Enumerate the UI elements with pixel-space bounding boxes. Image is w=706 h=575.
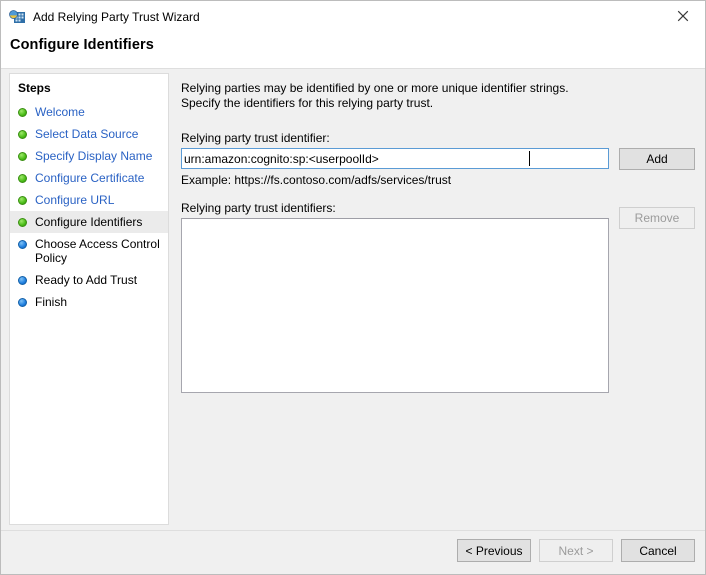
next-button[interactable]: Next > <box>539 539 613 562</box>
close-icon[interactable] <box>660 1 705 31</box>
step-status-icon <box>18 298 27 307</box>
example-text: Example: https://fs.contoso.com/adfs/ser… <box>181 173 452 187</box>
step-status-icon <box>18 130 27 139</box>
sidebar-item-label: Configure URL <box>35 193 115 207</box>
sidebar-item-ready-to-add-trust[interactable]: Ready to Add Trust <box>10 269 168 291</box>
sidebar-item-choose-access-control-policy[interactable]: Choose Access Control Policy <box>10 233 168 269</box>
wizard-window: Add Relying Party Trust Wizard Configure… <box>0 0 706 575</box>
steps-header: Steps <box>18 81 51 95</box>
sidebar-item-label: Choose Access Control Policy <box>35 237 160 265</box>
footer-button-group: < Previous Next > Cancel <box>457 539 695 562</box>
step-status-icon <box>18 196 27 205</box>
step-status-icon <box>18 218 27 227</box>
sidebar-item-label: Configure Certificate <box>35 171 145 185</box>
step-status-icon <box>18 240 27 249</box>
sidebar-item-label: Select Data Source <box>35 127 139 141</box>
cancel-button[interactable]: Cancel <box>621 539 695 562</box>
add-button[interactable]: Add <box>619 148 695 170</box>
intro-text: Relying parties may be identified by one… <box>181 81 569 110</box>
header-band: Configure Identifiers <box>1 32 705 68</box>
wizard-app-icon <box>8 8 26 26</box>
sidebar-item-label: Ready to Add Trust <box>35 273 138 287</box>
sidebar-item-select-data-source[interactable]: Select Data Source <box>10 123 168 145</box>
relying-party-trust-identifiers-listbox[interactable] <box>181 218 609 393</box>
title-bar: Add Relying Party Trust Wizard <box>1 1 705 32</box>
sidebar-item-label: Finish <box>35 295 68 309</box>
identifiers-list-label: Relying party trust identifiers: <box>181 201 336 215</box>
step-status-icon <box>18 174 27 183</box>
sidebar-item-specify-display-name[interactable]: Specify Display Name <box>10 145 168 167</box>
steps-sidebar: Steps Welcome Select Data Source Specify… <box>9 73 169 525</box>
step-status-icon <box>18 108 27 117</box>
relying-party-trust-identifier-input[interactable] <box>181 148 609 169</box>
sidebar-item-configure-url[interactable]: Configure URL <box>10 189 168 211</box>
sidebar-item-welcome[interactable]: Welcome <box>10 101 168 123</box>
text-caret <box>529 151 530 166</box>
sidebar-item-label: Welcome <box>35 105 85 119</box>
sidebar-item-label: Configure Identifiers <box>35 215 143 229</box>
identifier-field-label: Relying party trust identifier: <box>181 131 330 145</box>
step-status-icon <box>18 152 27 161</box>
sidebar-item-finish[interactable]: Finish <box>10 291 168 313</box>
step-status-icon <box>18 276 27 285</box>
window-title: Add Relying Party Trust Wizard <box>33 9 200 24</box>
footer-bar: < Previous Next > Cancel <box>1 530 705 574</box>
content-pane: Relying parties may be identified by one… <box>173 73 697 525</box>
sidebar-item-label: Specify Display Name <box>35 149 153 163</box>
sidebar-item-configure-certificate[interactable]: Configure Certificate <box>10 167 168 189</box>
page-title: Configure Identifiers <box>10 37 154 53</box>
sidebar-item-configure-identifiers[interactable]: Configure Identifiers <box>10 211 168 233</box>
previous-button[interactable]: < Previous <box>457 539 531 562</box>
body-area: Steps Welcome Select Data Source Specify… <box>1 68 705 530</box>
remove-button[interactable]: Remove <box>619 207 695 229</box>
